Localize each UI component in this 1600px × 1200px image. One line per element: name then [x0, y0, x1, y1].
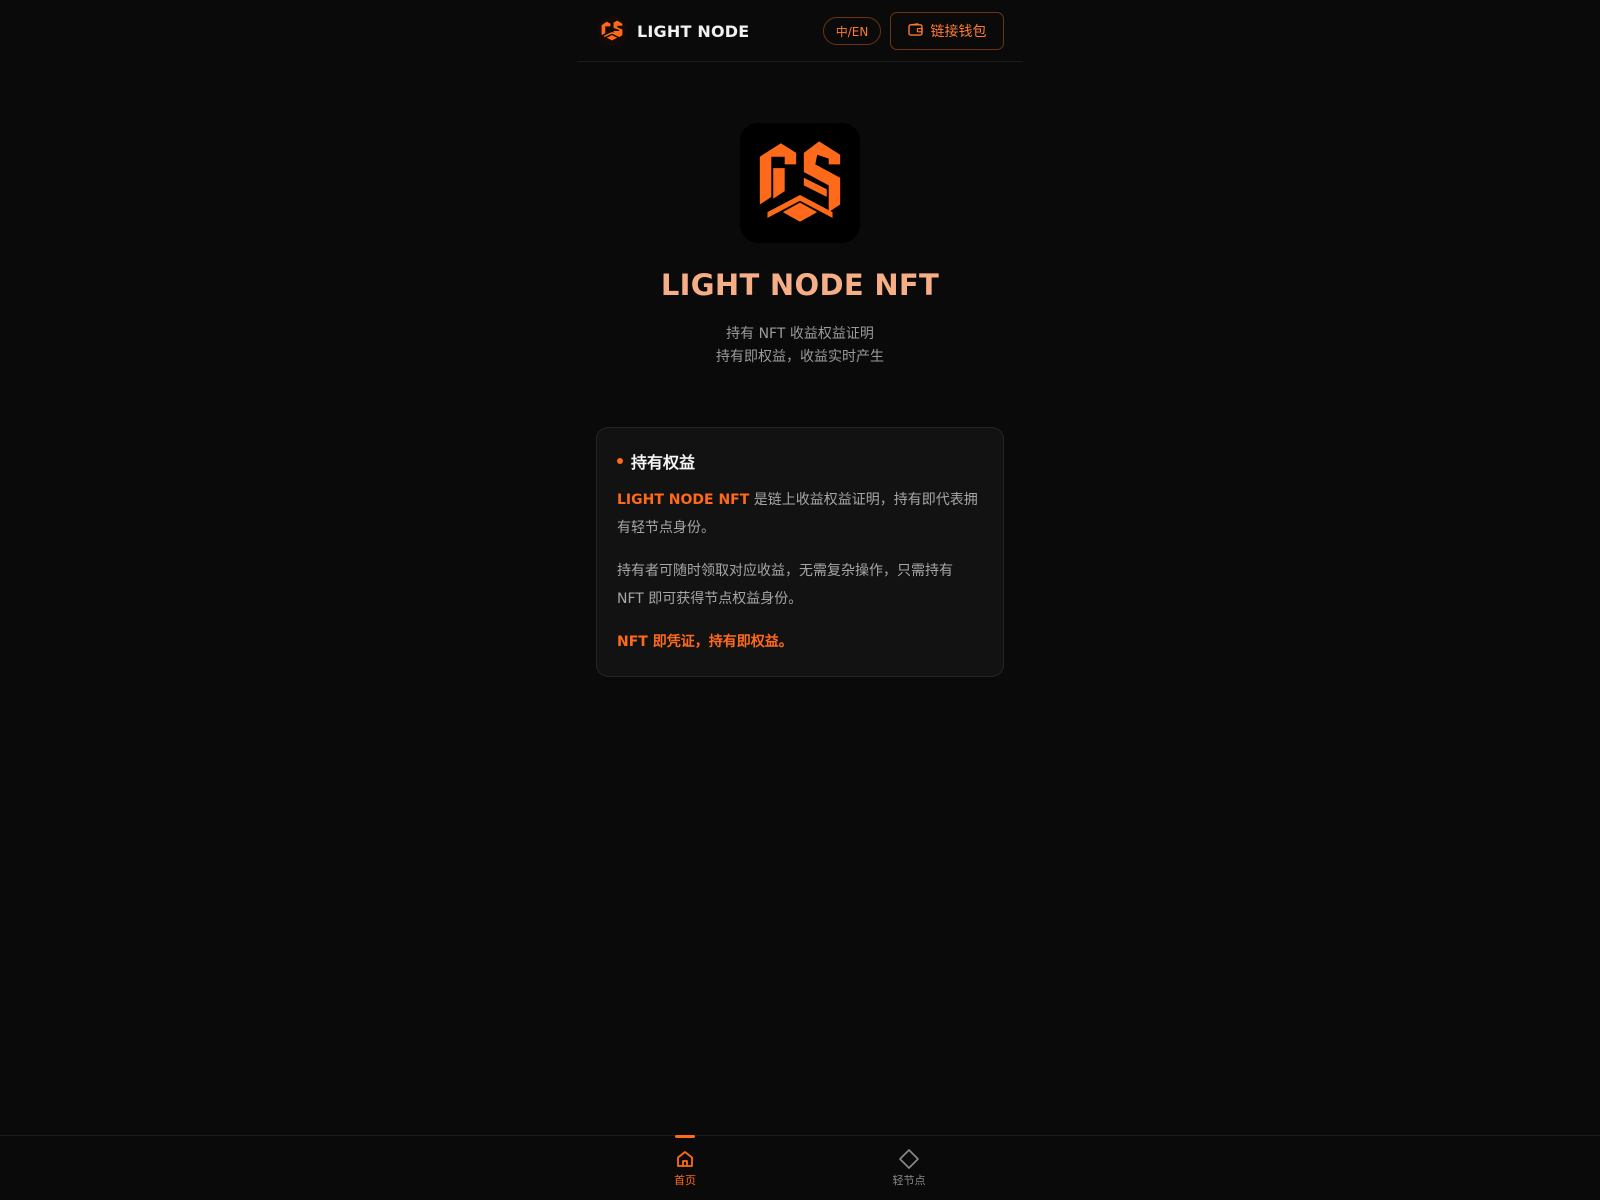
top-header: LIGHT NODE 中/EN 链接钱包 — [577, 0, 1023, 62]
hero-subtitle-line1: 持有 NFT 收益权益证明 — [726, 326, 874, 342]
card-header: 持有权益 — [617, 450, 983, 472]
hero-subtitle-line2: 持有即权益，收益实时产生 — [716, 349, 884, 365]
diamond-icon — [898, 1148, 920, 1170]
connect-wallet-button[interactable]: 链接钱包 — [890, 12, 1004, 50]
language-toggle-button[interactable]: 中/EN — [823, 17, 881, 45]
hero-logo-icon — [740, 123, 860, 243]
hero-title: LIGHT NODE NFT — [660, 268, 940, 302]
connect-wallet-label: 链接钱包 — [930, 24, 987, 40]
brand[interactable]: LIGHT NODE — [597, 14, 749, 48]
nav-item-light-node[interactable]: 轻节点 — [869, 1136, 949, 1200]
card-paragraph-3: NFT 即凭证，持有即权益。 — [617, 634, 793, 650]
wallet-icon — [907, 22, 923, 40]
bottom-navigation: 首页 轻节点 — [0, 1135, 1600, 1200]
bullet-dot-icon — [617, 458, 623, 464]
brand-logo-icon — [597, 16, 627, 46]
card-paragraph-1: LIGHT NODE NFT 是链上收益权益证明，持有即代表拥有轻节点身份。 — [617, 486, 983, 542]
home-icon — [674, 1148, 696, 1170]
app-page: LIGHT NODE 中/EN 链接钱包 LIGHT NODE NFT 持有 N… — [0, 0, 1600, 1200]
nft-name-highlight: LIGHT NODE NFT — [617, 492, 750, 508]
nav-label-home: 首页 — [674, 1174, 696, 1187]
holding-benefits-card: 持有权益 LIGHT NODE NFT 是链上收益权益证明，持有即代表拥有轻节点… — [596, 427, 1004, 677]
nav-item-home[interactable]: 首页 — [645, 1135, 725, 1200]
nav-label-light-node: 轻节点 — [892, 1174, 926, 1187]
card-paragraph-2: 持有者可随时领取对应收益，无需复杂操作，只需持有 NFT 即可获得节点权益身份。 — [617, 563, 953, 607]
card-title: 持有权益 — [631, 453, 696, 472]
active-tab-indicator — [675, 1135, 695, 1138]
brand-name: LIGHT NODE — [637, 21, 750, 41]
